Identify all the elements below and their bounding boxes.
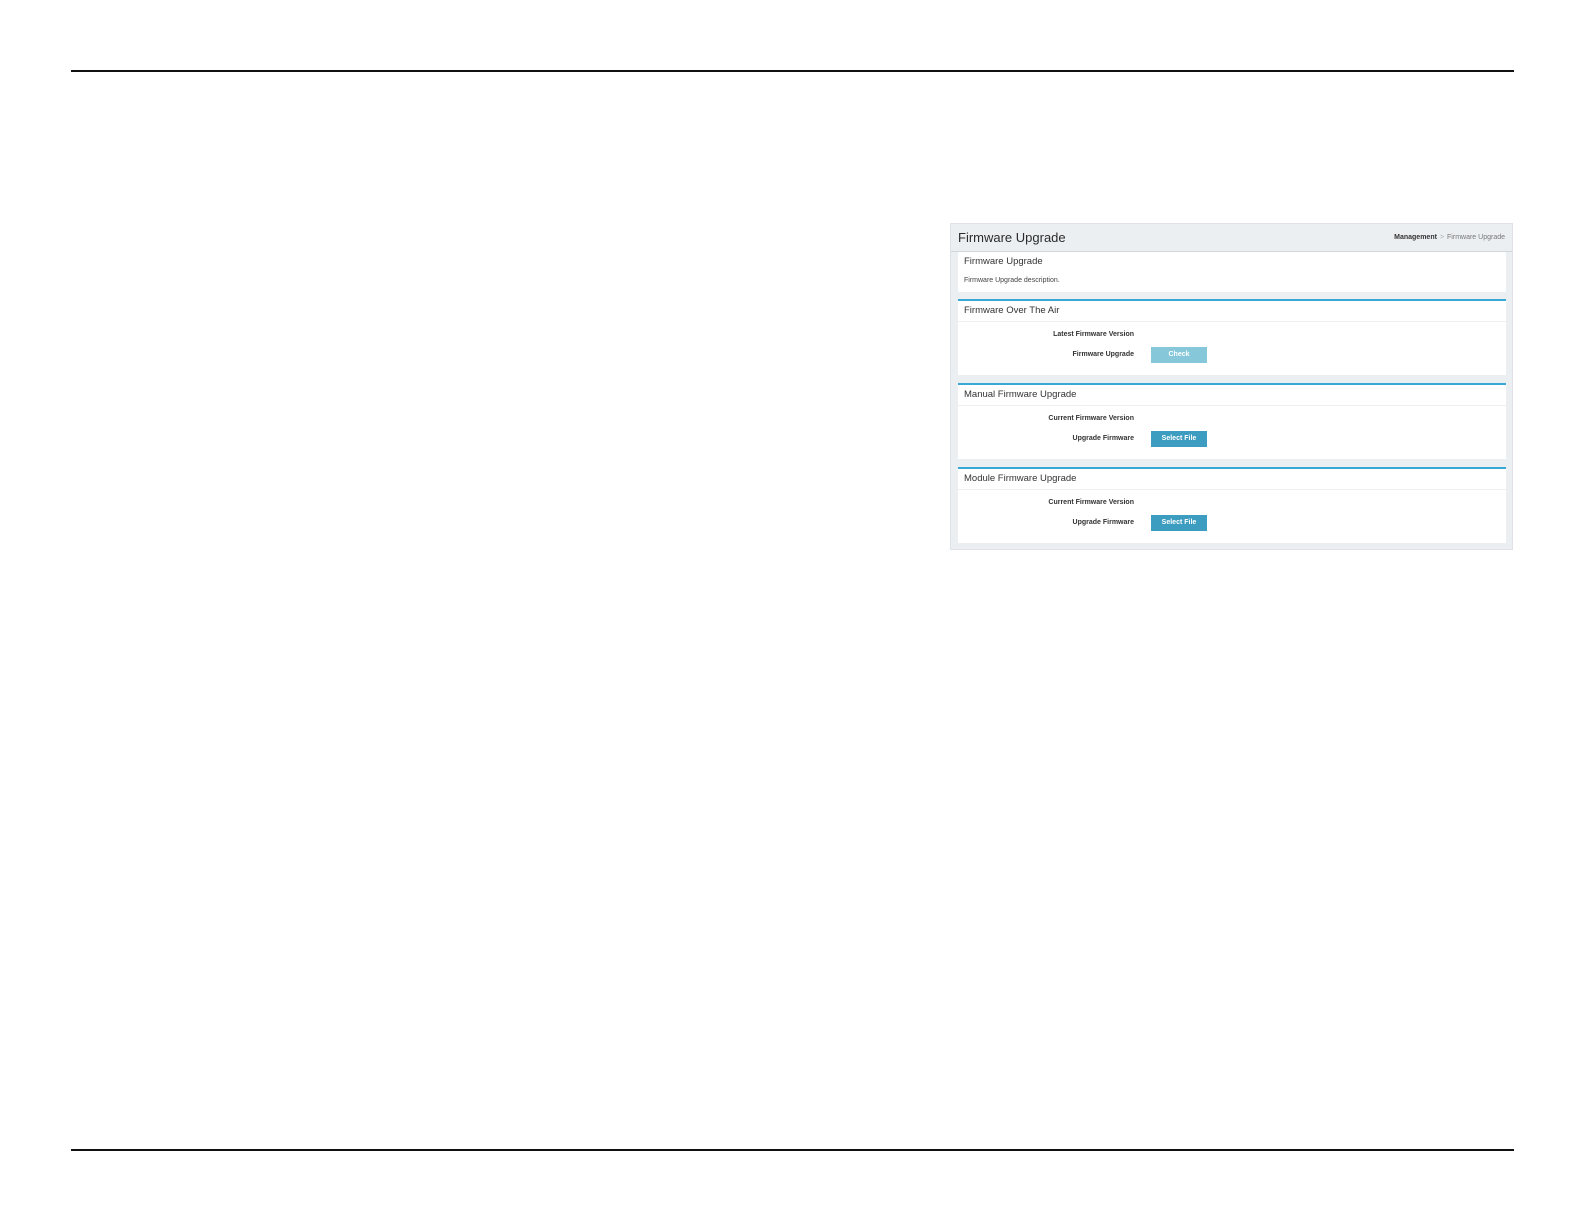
panel-divider — [958, 321, 1506, 322]
breadcrumb: Management > Firmware Upgrade — [1394, 234, 1505, 241]
check-button[interactable]: Check — [1151, 347, 1207, 363]
current-firmware-version-label: Current Firmware Version — [1048, 499, 1134, 506]
latest-firmware-version-label: Latest Firmware Version — [1053, 331, 1134, 338]
firmware-upgrade-screenshot: Firmware Upgrade Management > Firmware Upg… — [950, 223, 1513, 550]
top-rule — [71, 70, 1514, 72]
panel-description: Firmware Upgrade description. — [964, 277, 1060, 284]
firmware-upgrade-panel: Firmware Upgrade Firmware Upgrade descri… — [958, 252, 1506, 292]
panel-title: Firmware Over The Air — [964, 305, 1060, 316]
panel-divider — [958, 405, 1506, 406]
bottom-rule — [71, 1149, 1514, 1151]
panel-divider — [958, 489, 1506, 490]
breadcrumb-root[interactable]: Management — [1394, 234, 1437, 241]
current-firmware-version-label: Current Firmware Version — [1048, 415, 1134, 422]
upgrade-firmware-label: Upgrade Firmware — [1072, 519, 1134, 526]
page-title: Firmware Upgrade — [958, 230, 1066, 245]
page-header: Firmware Upgrade Management > Firmware Upg… — [951, 224, 1512, 252]
firmware-upgrade-label: Firmware Upgrade — [1072, 351, 1134, 358]
breadcrumb-current: Firmware Upgrade — [1447, 234, 1505, 241]
upgrade-firmware-label: Upgrade Firmware — [1072, 435, 1134, 442]
panel-title: Manual Firmware Upgrade — [964, 389, 1077, 400]
breadcrumb-separator: > — [1439, 234, 1445, 241]
select-file-button[interactable]: Select File — [1151, 515, 1207, 531]
panel-title: Firmware Upgrade — [964, 256, 1043, 267]
panel-title: Module Firmware Upgrade — [964, 473, 1077, 484]
manual-firmware-upgrade-panel: Manual Firmware Upgrade Current Firmware… — [958, 383, 1506, 459]
module-firmware-upgrade-panel: Module Firmware Upgrade Current Firmware… — [958, 467, 1506, 543]
firmware-over-the-air-panel: Firmware Over The Air Latest Firmware Ve… — [958, 299, 1506, 375]
select-file-button[interactable]: Select File — [1151, 431, 1207, 447]
